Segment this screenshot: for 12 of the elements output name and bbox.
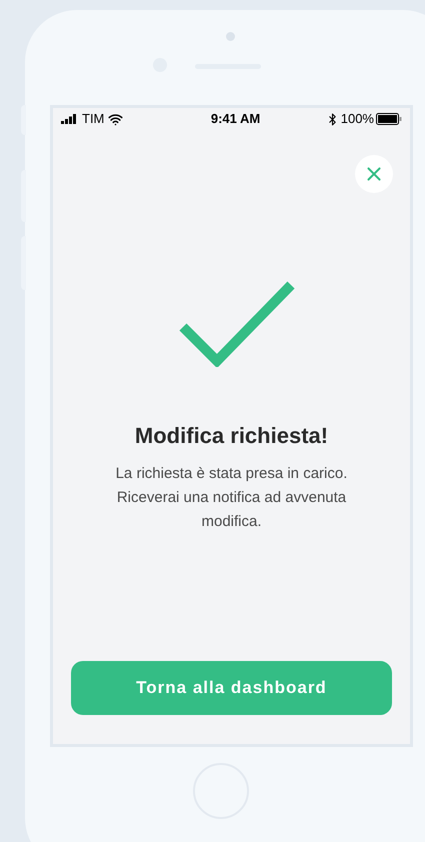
signal-icon <box>61 114 78 124</box>
phone-camera <box>226 32 235 41</box>
battery-icon <box>376 113 402 125</box>
carrier-name: TIM <box>82 110 104 128</box>
wifi-icon <box>108 112 124 126</box>
status-time: 9:41 AM <box>210 110 260 128</box>
success-message: La richiesta è stata presa in carico. Riceverai una notifica ad avvenuta modifica. <box>114 464 348 532</box>
battery-percent: 100% <box>340 110 374 128</box>
checkmark-icon <box>178 281 294 367</box>
success-title: Modifica richiesta! <box>134 422 330 450</box>
dashboard-button[interactable]: Torna alla dashboard <box>71 661 392 715</box>
close-button[interactable] <box>355 155 393 193</box>
